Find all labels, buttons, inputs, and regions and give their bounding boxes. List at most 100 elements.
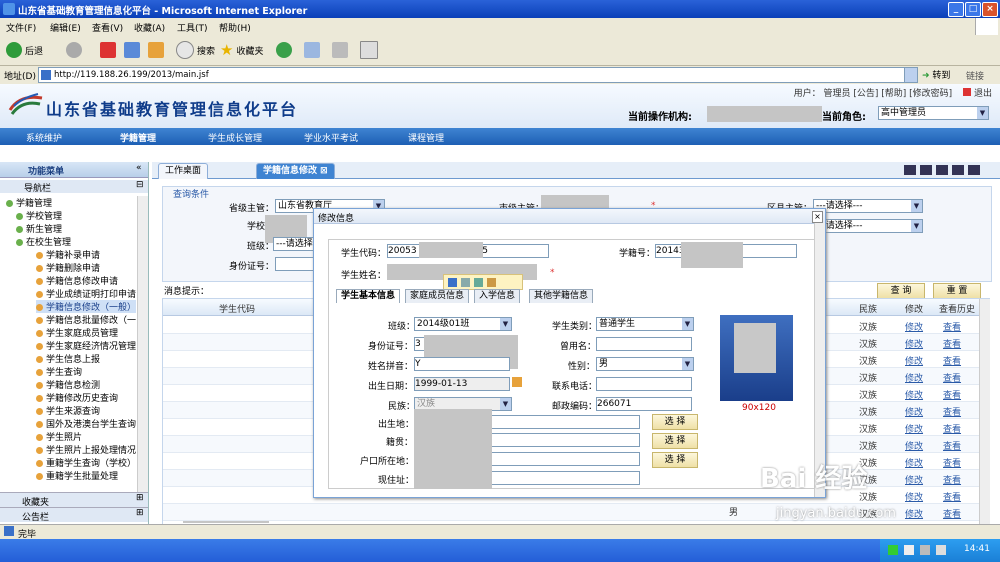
sidebar-item[interactable]: 学生家庭经济情况管理 [36, 339, 136, 352]
maximize-button[interactable]: □ [965, 2, 981, 17]
history-button[interactable] [276, 41, 292, 59]
history-link[interactable]: 查看 [943, 456, 961, 469]
url-dropdown-arrow-icon[interactable] [904, 67, 918, 83]
home-button[interactable] [148, 41, 164, 59]
sidebar-item[interactable]: 学籍信息修改（一般） [36, 300, 136, 313]
nav-course[interactable]: 课程管理 [408, 131, 444, 144]
edit-link[interactable]: 修改 [905, 473, 923, 486]
menu-edit[interactable]: 编辑(E) [50, 21, 81, 34]
class-field-select[interactable]: 2014级01班 ▼ [414, 317, 512, 331]
window-icon[interactable] [920, 165, 932, 175]
reset-button[interactable]: 重 置 [933, 283, 981, 299]
go-button[interactable]: ➜ 转到 [922, 68, 950, 81]
tab-enrollment[interactable]: 入学信息 [474, 289, 521, 303]
tab-registry-edit[interactable]: 学籍信息修改 ⊠ [256, 163, 335, 179]
id-input[interactable] [275, 257, 317, 271]
modal-close-icon[interactable]: × [812, 211, 823, 223]
hukou-choose-button[interactable]: 选 择 [652, 452, 698, 468]
refresh-button[interactable] [124, 41, 140, 59]
sidebar-item[interactable]: 学生照片上报处理情况 [36, 443, 136, 456]
nav-registry[interactable]: 学籍管理 [120, 131, 156, 144]
network-icon[interactable] [936, 545, 946, 555]
sidebar-item[interactable]: 学籍修改历史查询 [36, 391, 118, 404]
edit-button[interactable] [360, 41, 378, 59]
sidebar-item[interactable]: 重籍学生批量处理 [36, 469, 118, 482]
window-icon[interactable] [904, 165, 916, 175]
search-button[interactable]: 搜索 [176, 41, 215, 59]
history-link[interactable]: 查看 [943, 422, 961, 435]
exit-link[interactable]: 退出 [974, 89, 992, 99]
edit-link[interactable]: 修改 [905, 507, 923, 520]
former-name-input[interactable] [596, 337, 692, 351]
back-button[interactable]: 后退 [6, 41, 43, 59]
collapse-icon[interactable]: « [136, 163, 142, 173]
edit-link[interactable]: 修改 [905, 490, 923, 503]
birthplace-choose-button[interactable]: 选 择 [652, 414, 698, 430]
sidebar-item[interactable]: 学籍信息修改申请 [36, 274, 118, 287]
category-select[interactable]: 普通学生 ▼ [596, 317, 694, 331]
nav-growth[interactable]: 学生成长管理 [208, 131, 262, 144]
print-button[interactable] [332, 41, 348, 59]
sidebar-item[interactable]: 国外及港澳台学生查询 [36, 417, 136, 430]
url-input[interactable]: http://119.188.26.199/2013/main.jsf [38, 67, 910, 83]
menu-view[interactable]: 查看(V) [92, 21, 123, 34]
tray-icon[interactable] [904, 545, 914, 555]
edit-link[interactable]: 修改 [905, 320, 923, 333]
history-link[interactable]: 查看 [943, 388, 961, 401]
history-link[interactable]: 查看 [943, 507, 961, 520]
speaker-icon[interactable] [920, 545, 930, 555]
sidebar-item[interactable]: 在校生管理 [16, 235, 71, 248]
query-button[interactable]: 查 询 [877, 283, 925, 299]
tab-family[interactable]: 家庭成员信息 [405, 289, 470, 303]
history-link[interactable]: 查看 [943, 490, 961, 503]
attach-icon[interactable] [474, 277, 483, 287]
sidebar-item[interactable]: 学生来源查询 [36, 404, 100, 417]
tray-icon[interactable] [888, 545, 898, 555]
menu-favorites[interactable]: 收藏(A) [134, 21, 165, 34]
postcode-input[interactable]: 266071 [596, 397, 692, 411]
nav-section-header[interactable]: 导航栏 ⊟ [0, 180, 148, 194]
edit-link[interactable]: 修改 [905, 354, 923, 367]
edit-link[interactable]: 修改 [905, 405, 923, 418]
sidebar-item[interactable]: 学校管理 [16, 209, 62, 222]
edit-link[interactable]: 修改 [905, 388, 923, 401]
history-link[interactable]: 查看 [943, 439, 961, 452]
notice-section[interactable]: 公告栏 ⊞ [0, 507, 148, 523]
tab-close-icon[interactable]: ⊠ [320, 166, 328, 176]
menu-tools[interactable]: 工具(T) [177, 21, 208, 34]
mail-button[interactable] [304, 41, 320, 59]
phone-input[interactable] [596, 377, 692, 391]
native-choose-button[interactable]: 选 择 [652, 433, 698, 449]
sidebar-item[interactable]: 学业成绩证明打印申请 [36, 287, 136, 300]
copy-icon[interactable] [461, 277, 470, 287]
history-link[interactable]: 查看 [943, 371, 961, 384]
menu-help[interactable]: 帮助(H) [219, 21, 251, 34]
window-icon[interactable] [952, 165, 964, 175]
history-link[interactable]: 查看 [943, 473, 961, 486]
calendar-icon[interactable] [512, 377, 522, 387]
sidebar-item[interactable]: 学籍管理 [6, 196, 52, 209]
birth-input[interactable]: 1999-01-13 [414, 377, 510, 391]
history-link[interactable]: 查看 [943, 405, 961, 418]
edit-link[interactable]: 修改 [905, 456, 923, 469]
save-icon[interactable] [448, 277, 457, 287]
sidebar-item[interactable]: 学生家庭成员管理 [36, 326, 118, 339]
history-link[interactable]: 查看 [943, 337, 961, 350]
links-label[interactable]: 链接 [966, 69, 984, 82]
edit-link[interactable]: 修改 [905, 371, 923, 384]
sidebar-item[interactable]: 学生查询 [36, 365, 82, 378]
role-select[interactable]: 高中管理员 ▼ [878, 106, 989, 120]
minimize-button[interactable]: _ [948, 2, 964, 17]
forward-button[interactable] [66, 41, 82, 59]
nav-system[interactable]: 系统维护 [26, 131, 62, 144]
district-select[interactable]: ---请选择--- ▼ [813, 199, 923, 213]
window-icon[interactable] [936, 165, 948, 175]
table-scrollbar[interactable] [979, 299, 990, 525]
image-icon[interactable] [487, 277, 496, 287]
sidebar-item[interactable]: 学籍信息检测 [36, 378, 100, 391]
edit-link[interactable]: 修改 [905, 422, 923, 435]
favorites-button[interactable]: ★ 收藏夹 [220, 41, 263, 59]
history-link[interactable]: 查看 [943, 354, 961, 367]
pinyin-input[interactable]: Y [414, 357, 510, 371]
edit-link[interactable]: 修改 [905, 337, 923, 350]
